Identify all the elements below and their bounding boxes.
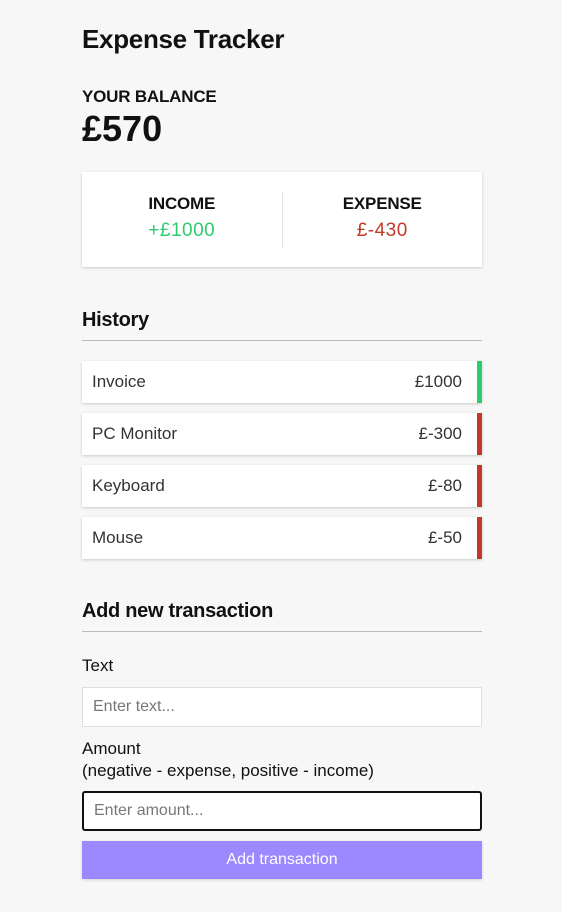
history-item-text: Invoice xyxy=(92,372,146,391)
history-item[interactable]: Keyboard £-80 xyxy=(82,465,482,507)
balance-value: £570 xyxy=(82,108,163,149)
income-label: INCOME xyxy=(148,193,216,213)
history-item-text: Keyboard xyxy=(92,476,165,495)
income-expense-card: INCOME +£1000 EXPENSE £-430 xyxy=(82,172,482,267)
income-column: INCOME +£1000 xyxy=(82,191,283,248)
add-transaction-title: Add new transaction xyxy=(82,600,482,632)
history-list: Invoice £1000 PC Monitor £-300 Keyboard … xyxy=(82,361,482,569)
amount-field-label: Amount (negative - expense, positive - i… xyxy=(82,738,374,782)
text-input[interactable] xyxy=(82,687,482,727)
text-field-label: Text xyxy=(82,656,114,675)
history-item-text: PC Monitor xyxy=(92,424,178,443)
amount-label: Amount xyxy=(82,739,141,758)
amount-hint: (negative - expense, positive - income) xyxy=(82,761,374,780)
amount-input[interactable] xyxy=(82,791,482,831)
balance-label: YOUR BALANCE xyxy=(82,87,217,106)
history-item-amount: £-80 xyxy=(427,476,462,495)
expense-value: £-430 xyxy=(356,219,408,241)
history-item[interactable]: Invoice £1000 xyxy=(82,361,482,403)
history-item[interactable]: PC Monitor £-300 xyxy=(82,413,482,455)
history-item-amount: £1000 xyxy=(414,372,462,391)
expense-label: EXPENSE xyxy=(342,193,422,213)
history-item[interactable]: Mouse £-50 xyxy=(82,517,482,559)
history-item-text: Mouse xyxy=(92,528,144,547)
app-title: Expense Tracker xyxy=(82,24,285,54)
history-title: History xyxy=(82,309,482,341)
expense-column: EXPENSE £-430 xyxy=(283,192,483,248)
history-item-amount: £-50 xyxy=(427,528,462,547)
history-item-amount: £-300 xyxy=(418,424,462,443)
add-transaction-button[interactable]: Add transaction xyxy=(82,841,482,879)
income-value: +£1000 xyxy=(148,219,216,241)
